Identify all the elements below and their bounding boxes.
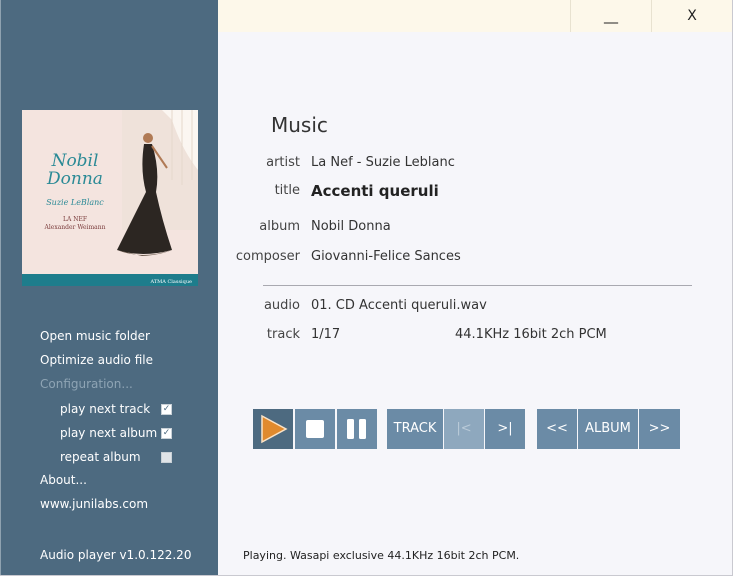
album-label: album <box>259 219 300 234</box>
audio-format-value: 44.1KHz 16bit 2ch PCM <box>455 327 607 342</box>
audio-label: audio <box>263 298 300 313</box>
title-label: title <box>274 183 300 198</box>
pause-button[interactable] <box>337 409 377 449</box>
close-button[interactable]: X <box>651 0 732 32</box>
title-bar: __ X <box>218 0 733 32</box>
about-link[interactable]: About... <box>40 473 87 487</box>
stop-icon <box>306 420 324 438</box>
version-label: Audio player v1.0.122.20 <box>40 548 192 562</box>
title-value: Accenti queruli <box>311 182 439 200</box>
website-link[interactable]: www.junilabs.com <box>40 497 148 511</box>
status-bar-text: Playing. Wasapi exclusive 44.1KHz 16bit … <box>243 549 520 562</box>
track-label: track <box>266 327 300 342</box>
page-title: Music <box>271 113 328 137</box>
next-album-button[interactable]: >> <box>639 409 680 449</box>
option-play-next-track-checkbox[interactable]: ✓ <box>161 404 172 415</box>
track-number-value: 1/17 <box>311 327 341 342</box>
composer-value: Giovanni-Felice Sances <box>311 249 461 264</box>
play-button[interactable] <box>253 409 293 449</box>
stop-button[interactable] <box>295 409 335 449</box>
album-value: Nobil Donna <box>311 219 391 234</box>
previous-album-button[interactable]: << <box>537 409 577 449</box>
previous-track-button: |< <box>444 409 484 449</box>
configuration-link: Configuration... <box>40 377 133 391</box>
optimize-audio-file-link[interactable]: Optimize audio file <box>40 353 153 367</box>
artist-label: artist <box>266 155 300 170</box>
cover-artist: Suzie LeBlanc <box>46 198 104 207</box>
minimize-button[interactable]: __ <box>570 0 651 32</box>
separator <box>263 285 692 286</box>
pause-icon <box>347 419 366 439</box>
sidebar: Nobil Donna Suzie LeBlanc LA NEF Alexand… <box>0 0 218 576</box>
album-mode-button[interactable]: ALBUM <box>578 409 638 449</box>
next-track-button[interactable]: >| <box>485 409 525 449</box>
play-icon <box>261 414 288 444</box>
option-repeat-album-checkbox[interactable] <box>161 452 172 463</box>
artist-value: La Nef - Suzie Leblanc <box>311 155 455 170</box>
cover-label: ATMA Classique <box>150 279 192 285</box>
audio-file-value: 01. CD Accenti queruli.wav <box>311 298 487 313</box>
composer-label: composer <box>235 249 300 264</box>
track-mode-button[interactable]: TRACK <box>387 409 443 449</box>
option-play-next-track-label: play next track <box>60 402 151 416</box>
option-play-next-album-checkbox[interactable]: ✓ <box>161 428 172 439</box>
option-repeat-album-label: repeat album <box>60 450 141 464</box>
option-play-next-album-label: play next album <box>60 426 158 440</box>
